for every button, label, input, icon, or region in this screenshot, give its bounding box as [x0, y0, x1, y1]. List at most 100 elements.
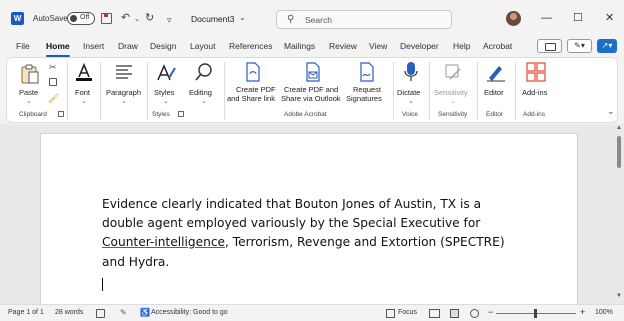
pdf-mail-icon	[306, 62, 320, 82]
tab-help[interactable]: Help	[453, 41, 470, 51]
text-cursor	[102, 278, 103, 291]
autosave-toggle[interactable]: Off	[67, 12, 95, 25]
divider	[429, 62, 430, 120]
word-count[interactable]: 28 words	[55, 309, 83, 316]
flagged-word[interactable]: Counter-intelligence	[102, 235, 225, 249]
create-outlook-line1: Create PDF and	[284, 85, 339, 94]
sensitivity-chevron-icon: ⌄	[450, 98, 456, 105]
divider	[477, 62, 478, 120]
font-button[interactable]: Font ⌄	[71, 61, 97, 107]
addins-button[interactable]: Add-ins	[519, 61, 553, 107]
sensitivity-group-label: Sensitivity	[438, 111, 468, 118]
page-count[interactable]: Page 1 of 1	[8, 309, 44, 316]
web-layout-icon[interactable]	[470, 309, 479, 318]
document-title[interactable]: Document3	[191, 14, 234, 24]
zoom-in-button[interactable]: +	[580, 307, 585, 317]
styles-launcher-icon[interactable]	[178, 111, 184, 117]
addins-label: Add-ins	[522, 88, 548, 97]
signature-icon	[360, 62, 374, 82]
title-chevron-icon[interactable]: ⌄	[239, 10, 246, 26]
paste-chevron-icon: ⌄	[26, 98, 32, 105]
clipboard-icon	[21, 64, 39, 84]
read-mode-icon[interactable]	[429, 309, 440, 318]
editor-button[interactable]: Editor	[481, 61, 511, 107]
tab-file[interactable]: File	[16, 41, 30, 51]
focus-icon[interactable]	[386, 309, 395, 318]
document-body-text[interactable]: Evidence clearly indicated that Bouton J…	[102, 195, 522, 272]
tab-mailings[interactable]: Mailings	[284, 41, 315, 51]
sensitivity-button: Sensitivity ⌄	[433, 61, 473, 107]
redo-icon[interactable]: ↻	[145, 10, 154, 26]
tab-acrobat[interactable]: Acrobat	[483, 41, 512, 51]
paragraph-button[interactable]: Paragraph ⌄	[104, 61, 144, 107]
zoom-level[interactable]: 100%	[595, 309, 613, 316]
share-button[interactable]: ↗▾	[597, 39, 617, 53]
font-color-icon	[76, 62, 92, 81]
comments-button[interactable]	[537, 39, 562, 53]
scroll-up-icon[interactable]: ▲	[616, 125, 622, 131]
tab-references[interactable]: References	[229, 41, 272, 51]
undo-dropdown-icon[interactable]: ⌄	[134, 12, 140, 28]
close-button[interactable]: ✕	[605, 12, 614, 24]
scroll-thumb[interactable]	[617, 136, 621, 168]
clipboard-group-label: Clipboard	[19, 111, 47, 118]
sensitivity-icon	[445, 64, 461, 80]
request-line2: Signatures	[346, 94, 382, 103]
word-logo-icon: W	[11, 12, 24, 25]
request-signatures-button[interactable]: Request Signatures	[346, 61, 388, 107]
paste-button[interactable]: Paste ⌄	[15, 61, 45, 107]
pdf-link-icon	[246, 62, 260, 82]
zoom-out-button[interactable]: −	[488, 307, 493, 317]
search-box[interactable]: ⚲ Search	[276, 10, 452, 29]
tab-layout[interactable]: Layout	[190, 41, 216, 51]
menu-tabs: File Home Insert Draw Design Layout Refe…	[0, 38, 624, 56]
minimize-button[interactable]: —	[541, 12, 552, 24]
proofing-icon[interactable]	[96, 309, 105, 318]
copy-icon[interactable]	[49, 78, 57, 86]
autosave-state: Off	[80, 14, 90, 21]
text-run: Evidence clearly indicated that Bouton J…	[102, 197, 482, 231]
clipboard-launcher-icon[interactable]	[58, 111, 64, 117]
tab-draw[interactable]: Draw	[118, 41, 138, 51]
ribbon-collapse-icon[interactable]: ⌄	[607, 106, 615, 117]
track-changes-icon[interactable]: ✎	[120, 308, 127, 317]
create-pdf-outlook-button[interactable]: Create PDF and Share via Outlook	[281, 61, 344, 107]
styles-button[interactable]: Styles ⌄	[151, 61, 181, 107]
save-icon[interactable]	[101, 13, 112, 24]
print-layout-icon[interactable]	[450, 309, 459, 318]
dictate-chevron-icon: ⌄	[408, 98, 414, 105]
focus-label[interactable]: Focus	[398, 309, 417, 316]
accessibility-status[interactable]: Accessibility: Good to go	[151, 309, 228, 316]
paragraph-chevron-icon: ⌄	[121, 98, 127, 105]
dictate-button[interactable]: Dictate ⌄	[396, 61, 426, 107]
accessibility-icon[interactable]: ♿	[140, 308, 150, 317]
tab-view[interactable]: View	[369, 41, 387, 51]
maximize-button[interactable]: ☐	[573, 12, 583, 24]
format-painter-icon[interactable]: 🖌	[48, 93, 59, 104]
dictate-label: Dictate	[397, 88, 421, 97]
tab-design[interactable]: Design	[150, 41, 176, 51]
create-share-line2: and Share link	[227, 94, 275, 103]
editing-label: Editing	[189, 88, 212, 97]
tab-insert[interactable]: Insert	[83, 41, 104, 51]
editing-button[interactable]: Editing ⌄	[187, 61, 221, 107]
divider	[224, 62, 225, 120]
cut-icon[interactable]: ✂	[49, 62, 57, 73]
divider	[67, 62, 68, 120]
tab-review[interactable]: Review	[329, 41, 357, 51]
divider	[515, 62, 516, 120]
microphone-icon	[404, 62, 418, 81]
search-placeholder: Search	[305, 15, 332, 25]
tab-home[interactable]: Home	[46, 41, 70, 51]
zoom-slider-thumb[interactable]	[534, 309, 537, 318]
vertical-scrollbar[interactable]: ▲ ▼	[614, 125, 624, 304]
styles-icon	[157, 64, 176, 81]
scroll-down-icon[interactable]: ▼	[616, 293, 622, 299]
tab-developer[interactable]: Developer	[400, 41, 439, 51]
editing-mode-button[interactable]: ✎▾	[567, 39, 592, 53]
customize-qat-icon[interactable]: ▿	[167, 12, 172, 28]
undo-icon[interactable]: ↶	[121, 10, 130, 26]
create-pdf-share-link-button[interactable]: Create PDF and Share link	[227, 61, 279, 107]
avatar[interactable]	[506, 11, 521, 26]
create-share-line1: Create PDF	[236, 85, 276, 94]
